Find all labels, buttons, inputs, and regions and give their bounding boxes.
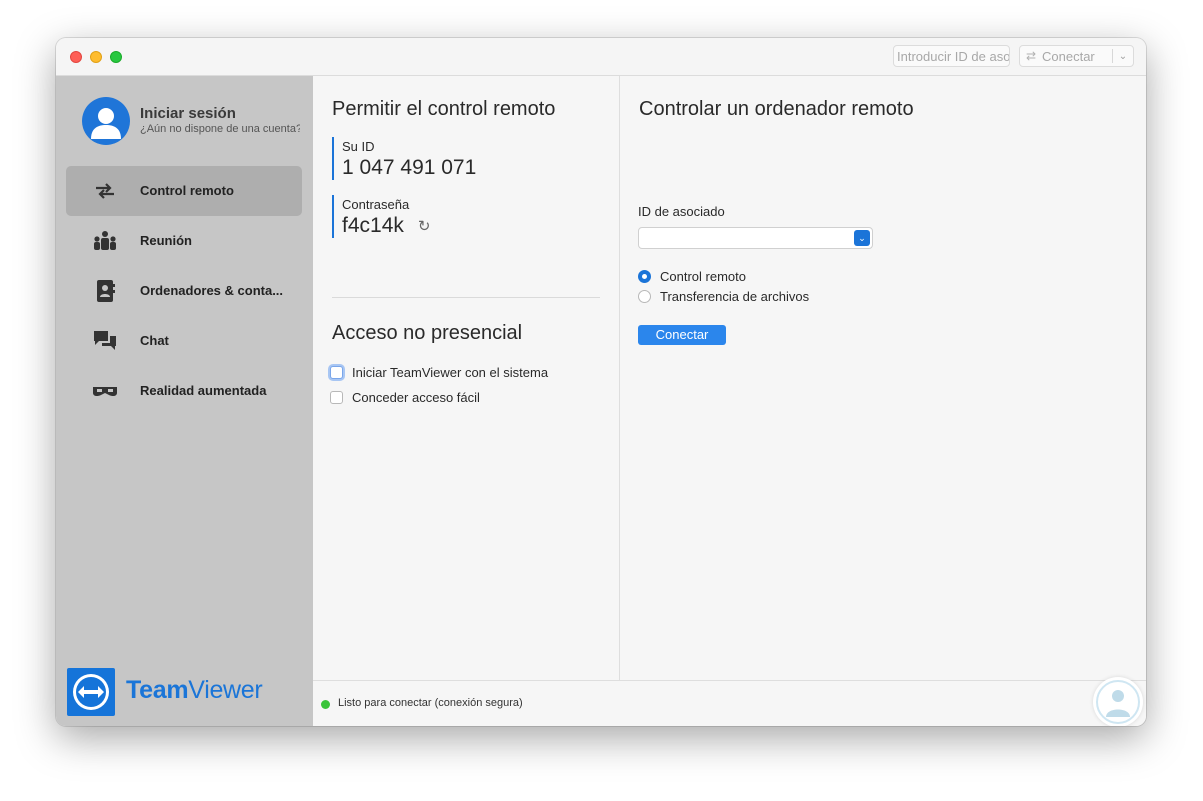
start-with-system-option[interactable]: Iniciar TeamViewer con el sistema	[330, 365, 548, 380]
sidebar-item-realidad-aumentada[interactable]: Realidad aumentada	[66, 366, 302, 416]
section-divider	[332, 297, 600, 298]
chevron-down-icon[interactable]: ⌄	[1113, 51, 1133, 62]
contacts-book-icon	[92, 279, 118, 303]
sidebar-item-ordenadores[interactable]: Ordenadores & conta...	[66, 266, 302, 316]
partner-id-label: ID de asociado	[638, 204, 725, 219]
easy-access-option[interactable]: Conceder acceso fácil	[330, 390, 480, 405]
mode-file-transfer-option[interactable]: Transferencia de archivos	[638, 289, 809, 304]
control-remote-title: Controlar un ordenador remoto	[639, 98, 914, 120]
mode-file-transfer-radio[interactable]	[638, 290, 651, 303]
status-bar: Listo para conectar (conexión segura)	[313, 677, 1146, 726]
meeting-icon	[92, 229, 118, 253]
chat-icon	[92, 329, 118, 353]
password-row: f4c14k ↻	[342, 214, 430, 238]
logo-viewer-text: Viewer	[188, 676, 263, 704]
password-block: Contraseña f4c14k ↻	[332, 195, 430, 238]
your-id-value[interactable]: 1 047 491 071	[342, 156, 476, 180]
close-window-button[interactable]	[70, 51, 82, 63]
easy-access-checkbox[interactable]	[330, 391, 343, 404]
start-with-system-label: Iniciar TeamViewer con el sistema	[352, 365, 549, 380]
sidebar-item-label: Reunión	[140, 233, 192, 248]
sidebar-item-label: Control remoto	[140, 183, 234, 198]
logo-team-text: Team	[126, 676, 189, 704]
watermark-logo-icon	[1093, 677, 1143, 726]
mode-remote-control-label: Control remoto	[660, 269, 746, 284]
connect-button[interactable]: Conectar	[638, 325, 726, 345]
arrows-icon	[92, 179, 118, 203]
unattended-access-title: Acceso no presencial	[332, 322, 523, 344]
refresh-icon[interactable]: ↻	[418, 217, 431, 235]
login-subtitle[interactable]: ¿Aún no dispone de una cuenta?	[140, 123, 300, 135]
sidebar-item-reunion[interactable]: Reunión	[66, 216, 302, 266]
toolbar-connect-button[interactable]: ⇄ Conectar ⌄	[1019, 45, 1134, 67]
teamviewer-logo-icon	[67, 668, 115, 716]
sidebar: Iniciar sesión ¿Aún no dispone de una cu…	[56, 76, 313, 726]
chevron-down-icon[interactable]: ⌄	[854, 230, 870, 246]
status-text: Listo para conectar (conexión segura)	[338, 697, 523, 709]
password-label: Contraseña	[342, 197, 410, 212]
user-silhouette-icon	[91, 108, 121, 139]
toolbar-partner-id-input[interactable]: Introducir ID de asociado	[893, 45, 1010, 67]
your-id-label: Su ID	[342, 139, 375, 154]
partner-id-combobox[interactable]: ⌄	[638, 227, 873, 249]
sidebar-item-chat[interactable]: Chat	[66, 316, 302, 366]
toolbar-connect-label: Conectar	[1042, 48, 1095, 64]
maximize-window-button[interactable]	[110, 51, 122, 63]
your-id-block: Su ID 1 047 491 071	[332, 137, 476, 180]
allow-remote-title: Permitir el control remoto	[332, 98, 556, 120]
minimize-window-button[interactable]	[90, 51, 102, 63]
teamviewer-logo-text: TeamViewer	[126, 676, 263, 705]
app-window: Introducir ID de asociado ⇄ Conectar ⌄ I…	[56, 38, 1146, 726]
sidebar-item-label: Ordenadores & conta...	[140, 283, 284, 298]
arrows-icon: ⇄	[1025, 49, 1037, 63]
easy-access-label: Conceder acceso fácil	[352, 390, 480, 405]
mode-file-transfer-label: Transferencia de archivos	[660, 289, 810, 304]
control-remote-panel: Controlar un ordenador remoto ID de asoc…	[620, 76, 1146, 680]
sidebar-item-label: Realidad aumentada	[140, 383, 267, 398]
sidebar-item-control-remoto[interactable]: Control remoto	[66, 166, 302, 216]
mode-remote-control-radio[interactable]	[638, 270, 651, 283]
mode-remote-control-option[interactable]: Control remoto	[638, 269, 746, 284]
ar-glasses-icon	[92, 379, 118, 403]
login-title[interactable]: Iniciar sesión	[140, 105, 236, 122]
status-indicator	[321, 700, 330, 709]
start-with-system-checkbox[interactable]	[330, 366, 343, 379]
password-value[interactable]: f4c14k	[342, 214, 404, 237]
title-bar: Introducir ID de asociado ⇄ Conectar ⌄	[56, 38, 1146, 76]
sidebar-item-label: Chat	[140, 333, 169, 348]
allow-remote-panel: Permitir el control remoto Su ID 1 047 4…	[313, 76, 620, 680]
avatar[interactable]	[82, 97, 130, 145]
